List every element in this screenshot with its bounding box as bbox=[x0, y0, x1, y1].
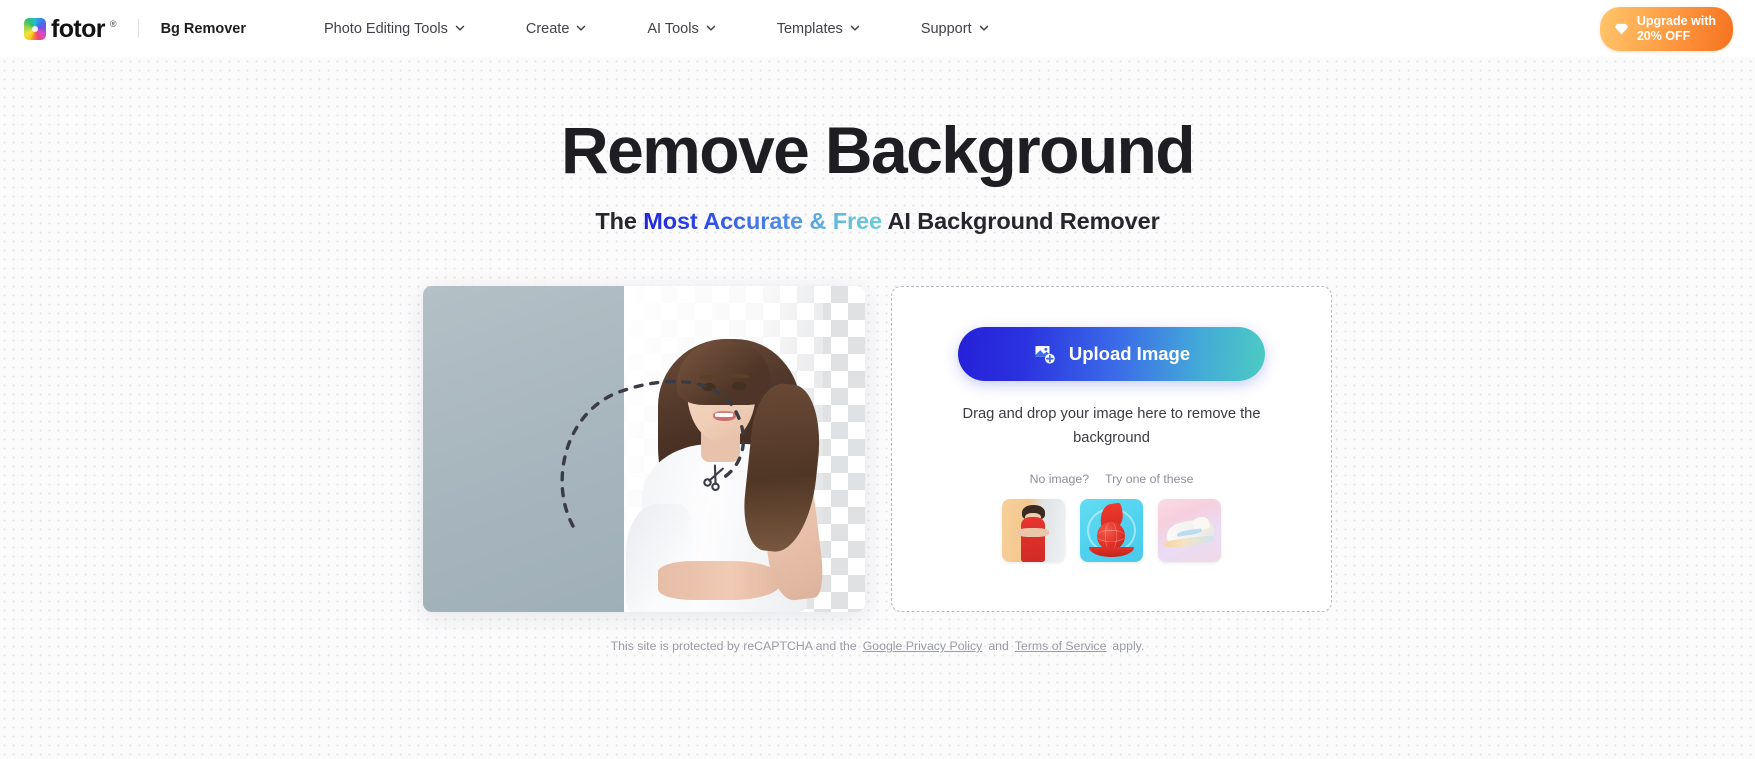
no-image-label: No image? bbox=[1029, 472, 1090, 487]
diamond-icon bbox=[1614, 21, 1629, 36]
demo-photo bbox=[423, 286, 865, 613]
sample-sneaker[interactable] bbox=[1158, 499, 1221, 563]
try-sample-prompt: No image? Try one of these bbox=[1030, 472, 1194, 486]
nav-item-create[interactable]: Create bbox=[495, 13, 617, 45]
page-title: Bg Remover bbox=[160, 20, 246, 37]
try-one-of-these-label: Try one of these bbox=[1105, 472, 1194, 487]
drop-hint-text: Drag and drop your image here to remove … bbox=[962, 406, 1261, 447]
brand: fotor ® Bg Remover bbox=[24, 14, 246, 43]
nav-item-ai-tools[interactable]: AI Tools bbox=[616, 13, 745, 45]
studio-backdrop bbox=[423, 286, 625, 613]
sample1-arms bbox=[1017, 528, 1049, 538]
recaptcha-text-before: This site is protected by reCAPTCHA and … bbox=[610, 639, 857, 654]
chevron-down-icon bbox=[576, 23, 586, 32]
recaptcha-text-after: apply. bbox=[1112, 639, 1145, 654]
nav-item-support[interactable]: Support bbox=[890, 13, 1019, 45]
sample2-basketball bbox=[1097, 521, 1125, 550]
recaptcha-conjunction: and bbox=[988, 639, 1009, 654]
nav-item-label: Photo Editing Tools bbox=[323, 20, 448, 37]
nav-item-templates[interactable]: Templates bbox=[746, 13, 890, 45]
before-after-demo-image bbox=[423, 286, 865, 613]
page-body: Remove Background The Most Accurate & Fr… bbox=[0, 57, 1755, 759]
logo-wordmark: fotor bbox=[51, 14, 106, 43]
chevron-down-icon bbox=[979, 23, 988, 32]
nav-item-label: Create bbox=[525, 20, 570, 37]
fotor-logo-link[interactable]: fotor ® bbox=[24, 14, 117, 43]
hero-subtitle: The Most Accurate & Free AI Background R… bbox=[0, 208, 1755, 235]
upgrade-button-label: Upgrade with 20% OFF bbox=[1636, 13, 1716, 43]
hero-subtitle-highlight: Most Accurate & Free bbox=[643, 208, 882, 235]
upload-image-button[interactable]: Upload Image bbox=[958, 327, 1265, 382]
subject-eye-right bbox=[732, 381, 747, 390]
upload-dropzone[interactable]: Upload Image Drag and drop your image he… bbox=[891, 286, 1332, 613]
nav-item-photo-editing-tools[interactable]: Photo Editing Tools bbox=[293, 13, 495, 45]
nav-item-label: AI Tools bbox=[647, 20, 699, 37]
google-privacy-policy-link[interactable]: Google Privacy Policy bbox=[862, 639, 984, 653]
registered-trademark-icon: ® bbox=[109, 18, 117, 29]
brand-divider bbox=[137, 19, 139, 38]
upgrade-button[interactable]: Upgrade with 20% OFF bbox=[1599, 6, 1733, 51]
chevron-down-icon bbox=[850, 23, 860, 32]
subject-forearm bbox=[658, 561, 781, 601]
upload-image-button-label: Upload Image bbox=[1068, 343, 1191, 365]
nav-item-label: Support bbox=[920, 20, 972, 37]
main-nav: Photo Editing Tools Create AI Tools Temp… bbox=[293, 13, 1019, 45]
sample-basketball-badge[interactable] bbox=[1080, 499, 1143, 563]
hero-title: Remove Background bbox=[561, 113, 1196, 187]
image-plus-icon bbox=[1033, 343, 1056, 366]
subject-teeth bbox=[715, 413, 733, 418]
chevron-down-icon bbox=[706, 23, 715, 32]
site-header: fotor ® Bg Remover Photo Editing Tools C… bbox=[0, 0, 1755, 57]
subject-eye-left bbox=[701, 382, 716, 391]
demo-subject-woman bbox=[600, 312, 865, 613]
sample1-dress bbox=[1020, 516, 1045, 563]
recaptcha-notice: This site is protected by reCAPTCHA and … bbox=[0, 639, 1755, 653]
hero-subtitle-trail: AI Background Remover bbox=[881, 208, 1160, 235]
sample-image-list bbox=[1002, 499, 1221, 563]
fotor-rainbow-logo-icon bbox=[24, 17, 46, 40]
hero-section: Remove Background The Most Accurate & Fr… bbox=[0, 57, 1755, 235]
terms-of-service-link[interactable]: Terms of Service bbox=[1014, 639, 1108, 653]
chevron-down-icon bbox=[455, 23, 465, 32]
sample-woman-red-dress[interactable] bbox=[1002, 499, 1065, 563]
header-actions: Upgrade with 20% OFF bbox=[1599, 6, 1733, 51]
nav-item-label: Templates bbox=[776, 20, 843, 37]
sample2-banner bbox=[1088, 546, 1135, 558]
tool-panels: Upload Image Drag and drop your image he… bbox=[0, 286, 1755, 613]
hero-subtitle-lead: The bbox=[595, 208, 644, 235]
